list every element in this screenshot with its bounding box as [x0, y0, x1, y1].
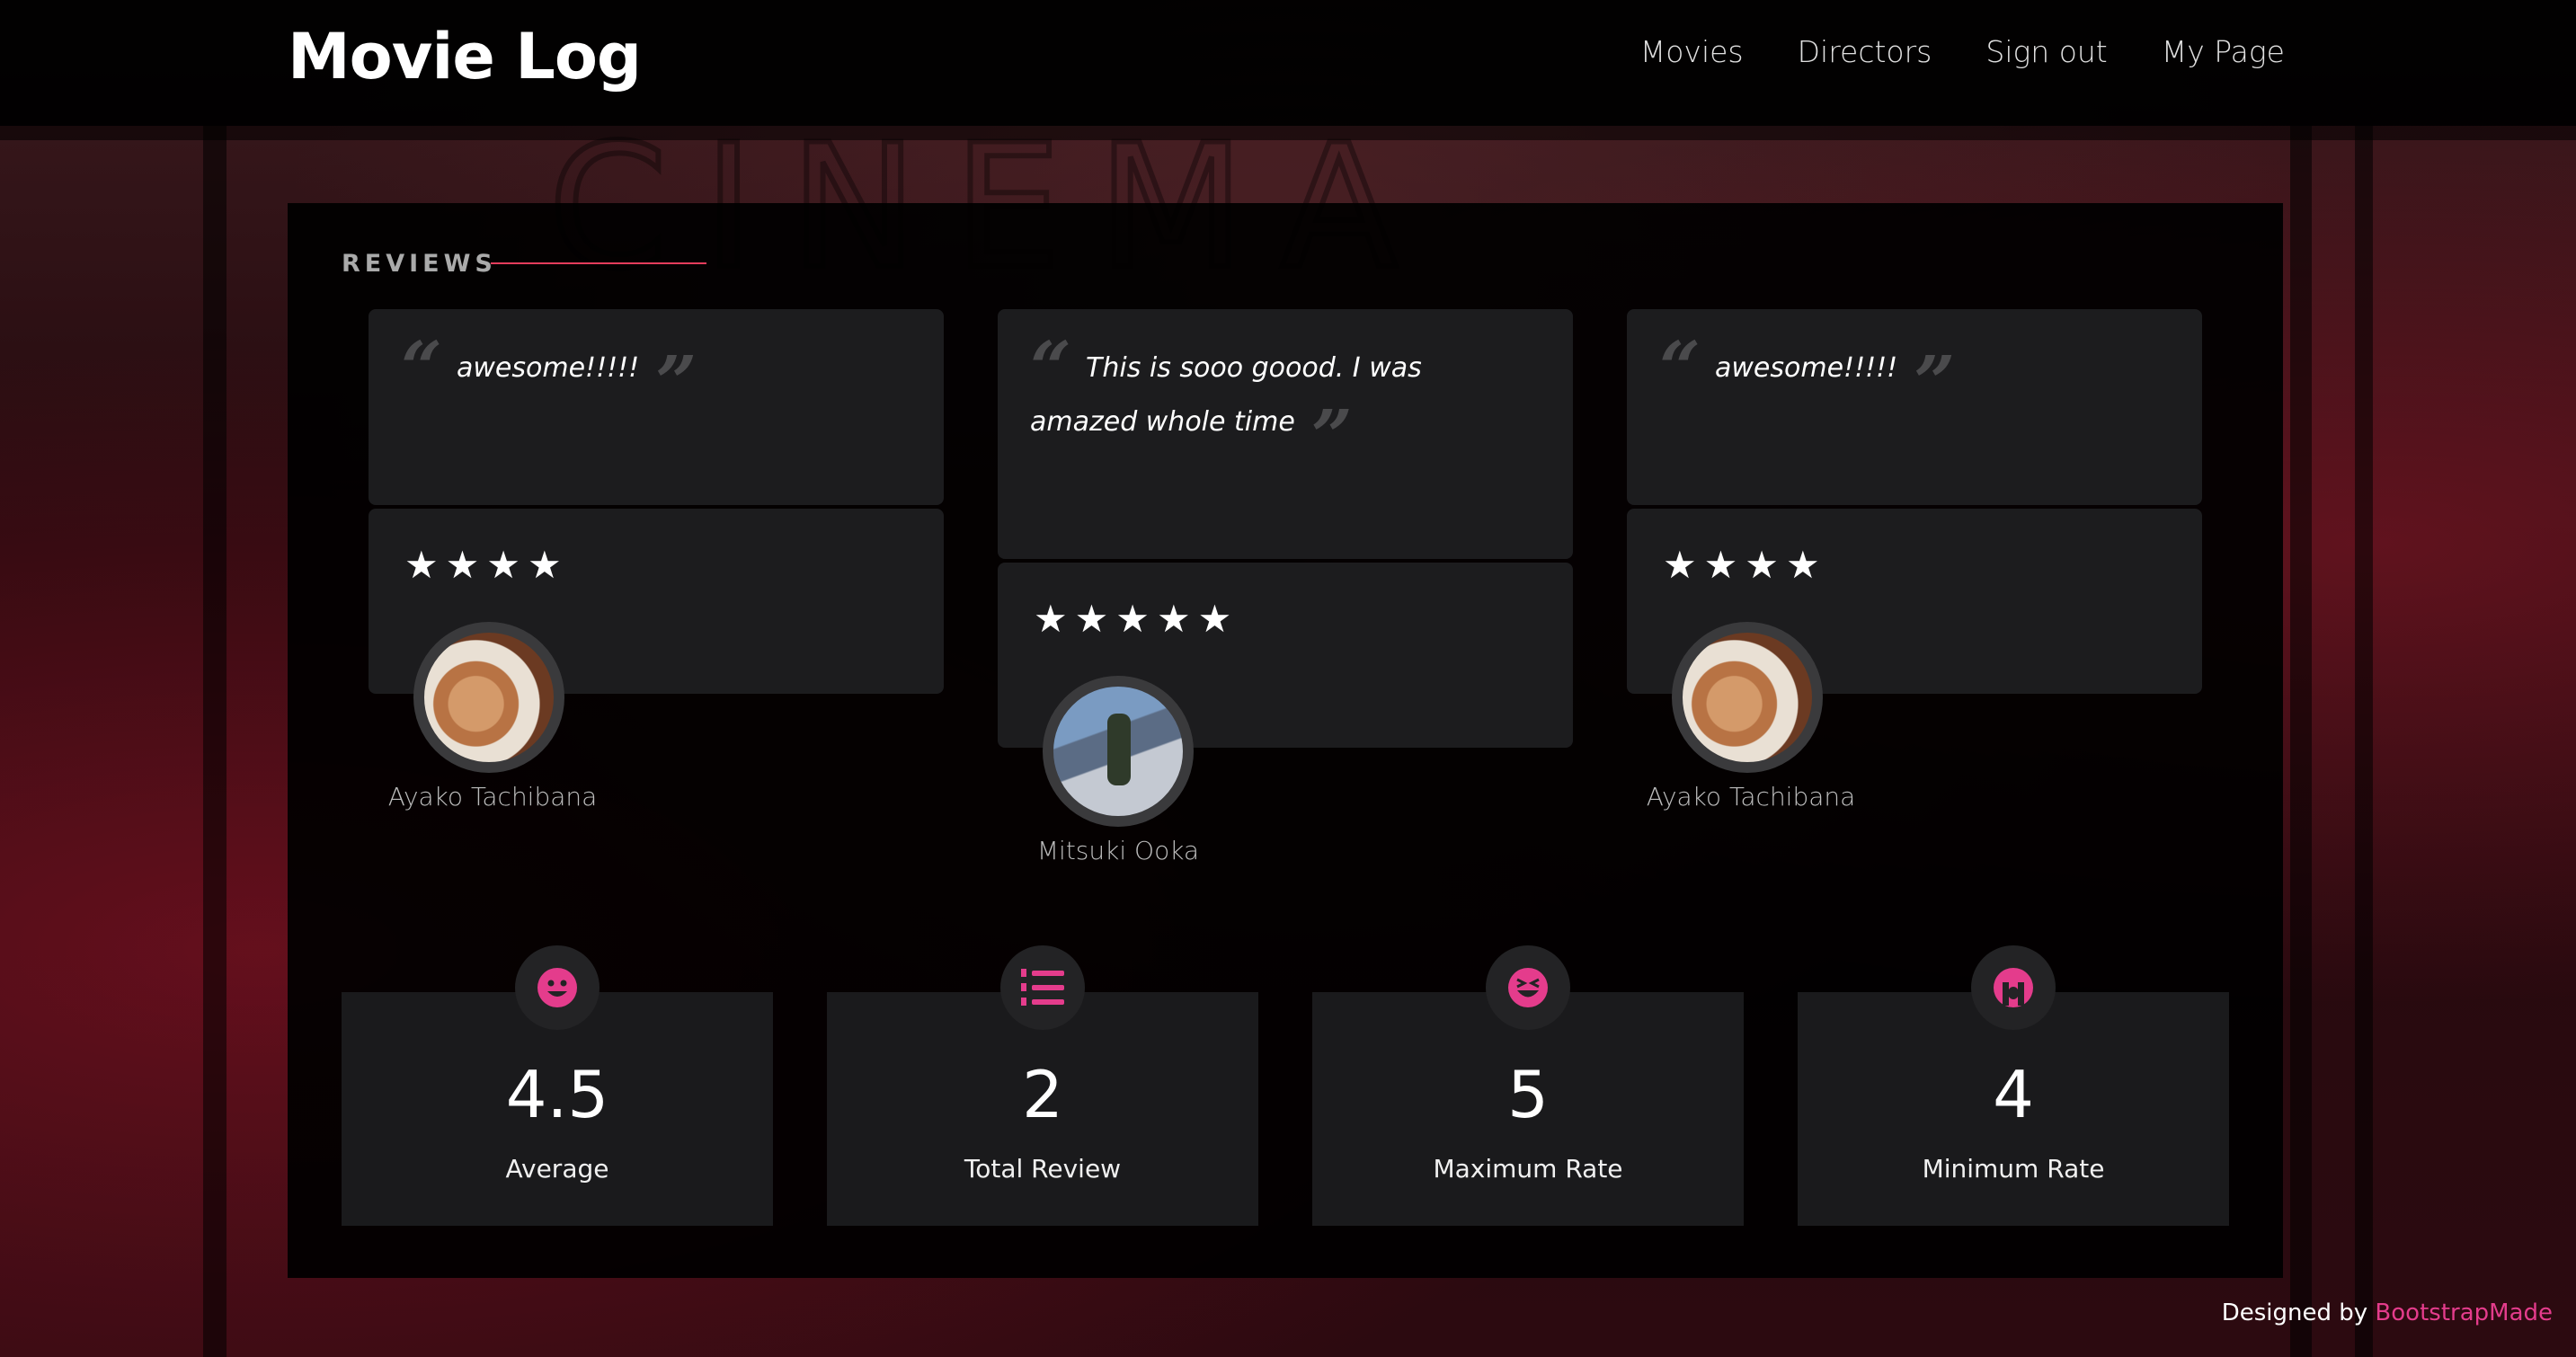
stat-label: Average: [505, 1154, 609, 1184]
stat-label: Maximum Rate: [1433, 1154, 1623, 1184]
nav-my-page[interactable]: My Page: [2162, 34, 2285, 69]
laugh-squint-icon: [1486, 945, 1570, 1030]
reviewer-avatar: [1672, 622, 1823, 773]
star-rating: ★★★★: [1663, 544, 1827, 586]
reviewer-name: Ayako Tachibana: [1646, 782, 1856, 812]
reviewer-avatar: [1043, 676, 1194, 827]
stat-label: Total Review: [964, 1154, 1122, 1184]
stat-value: 4.5: [505, 1057, 609, 1132]
review-text: awesome!!!!!: [457, 352, 640, 384]
stat-average: 4.5 Average: [342, 945, 773, 1226]
smile-icon: [515, 945, 600, 1030]
footer-prefix: Designed by: [2221, 1299, 2368, 1326]
review-card: “This is sooo goood. I was amazed whole …: [998, 309, 1573, 748]
footer-credit: Designed by BootstrapMade: [2222, 1299, 2553, 1326]
section-divider: [491, 262, 706, 264]
navbar: Movie Log Movies Directors Sign out My P…: [0, 0, 2576, 126]
brand-logo[interactable]: Movie Log: [288, 20, 642, 93]
quote-box: “This is sooo goood. I was amazed whole …: [998, 309, 1573, 559]
nav-directors[interactable]: Directors: [1798, 34, 1932, 69]
stat-value: 2: [1022, 1057, 1063, 1132]
reviewer-avatar: [413, 622, 564, 773]
reviewer-name: Mitsuki Ooka: [1036, 836, 1200, 865]
section-title: REVIEWS: [342, 250, 497, 278]
list-ol-icon: [1000, 945, 1085, 1030]
stat-label: Minimum Rate: [1922, 1154, 2105, 1184]
stat-value: 5: [1507, 1057, 1549, 1132]
sad-cry-icon: [1971, 945, 2056, 1030]
quote-box: “awesome!!!!!”: [1627, 309, 2202, 505]
stat-maximum-rate: 5 Maximum Rate: [1312, 945, 1744, 1226]
footer-link[interactable]: BootstrapMade: [2375, 1299, 2553, 1326]
star-rating: ★★★★★: [1034, 598, 1239, 640]
reviews-panel: REVIEWS “awesome!!!!!” ★★★★ Ayako Tachib…: [288, 203, 2283, 1278]
main-nav: Movies Directors Sign out My Page: [1640, 34, 2285, 69]
nav-sign-out[interactable]: Sign out: [1985, 34, 2107, 69]
stat-minimum-rate: 4 Minimum Rate: [1798, 945, 2229, 1226]
quote-box: “awesome!!!!!”: [369, 309, 944, 505]
stat-total-review: 2 Total Review: [827, 945, 1258, 1226]
stat-value: 4: [1993, 1057, 2034, 1132]
reviewer-name: Ayako Tachibana: [387, 782, 598, 812]
review-text: This is sooo goood. I was amazed whole t…: [1030, 352, 1422, 438]
star-rating: ★★★★: [404, 544, 569, 586]
review-text: awesome!!!!!: [1715, 352, 1898, 384]
nav-movies[interactable]: Movies: [1640, 34, 1744, 69]
